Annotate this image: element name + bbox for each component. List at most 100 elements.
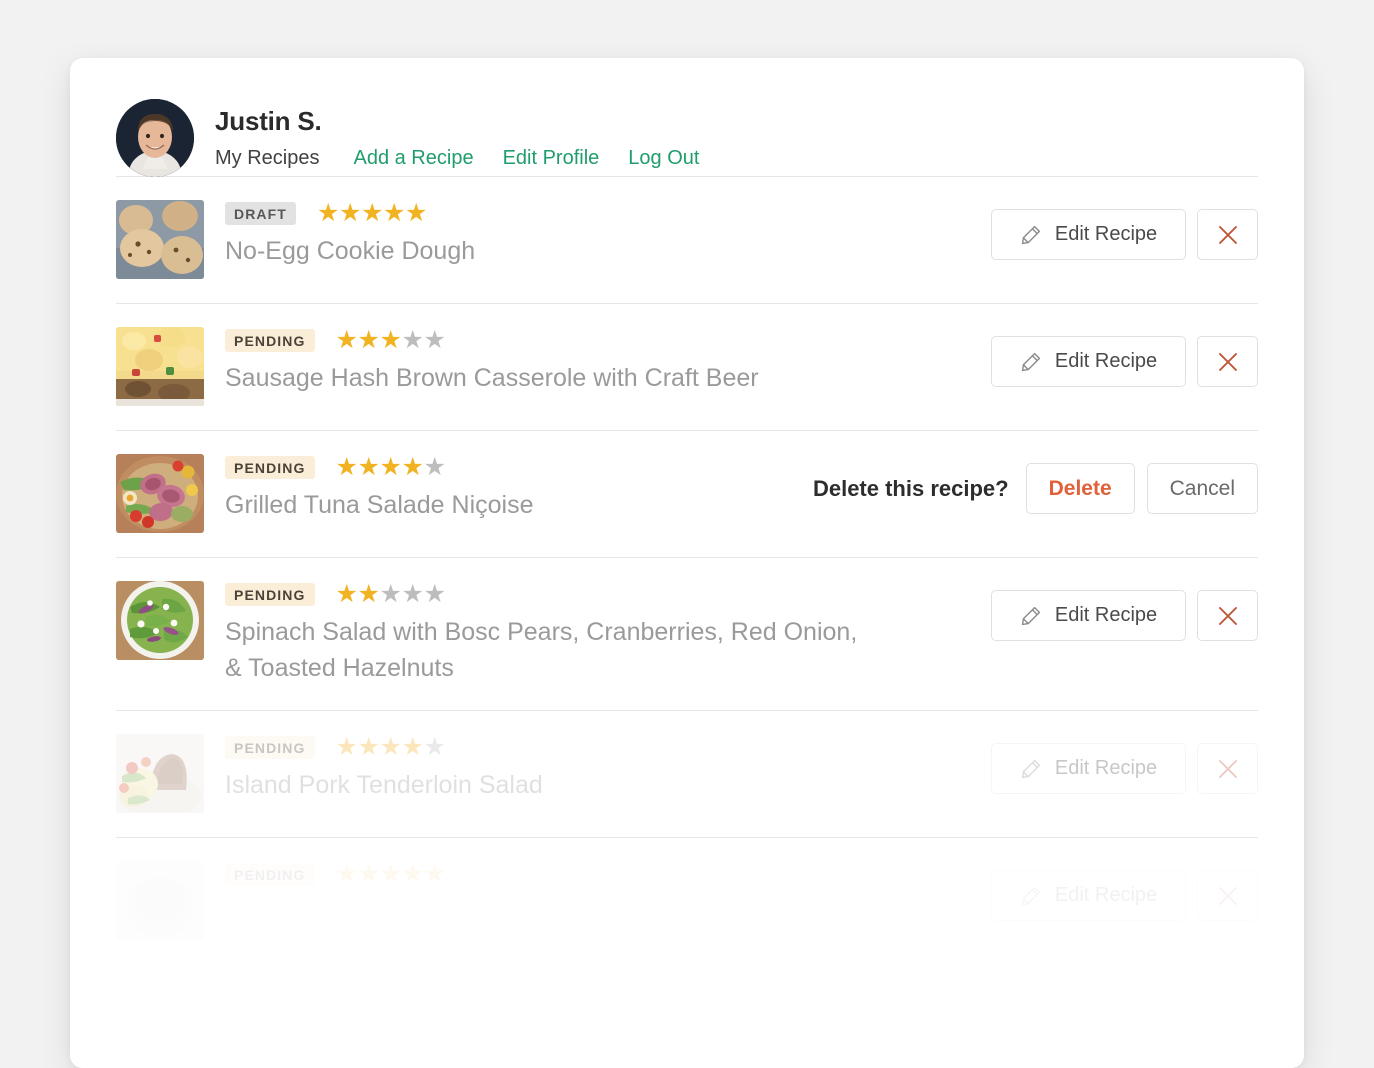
recipe-thumbnail [116, 200, 204, 279]
nav-item-log-out[interactable]: Log Out [628, 147, 699, 170]
recipe-row[interactable]: PENDING ★★★★★ Island Pork Tenderloin Salad… [116, 711, 1258, 837]
pencil-icon [1020, 605, 1042, 627]
nav-item-add-a-recipe[interactable]: Add a Recipe [353, 147, 473, 170]
close-x-icon [1216, 604, 1240, 628]
recipe-info: PENDING ★★★★★ Sausage Hash Brown Casserole… [204, 326, 991, 397]
recipe-title[interactable]: Island Pork Tenderloin Salad [225, 768, 865, 804]
recipe-list: DRAFT★★★★★No-Egg Cookie DoughEdit Recipe… [70, 176, 1304, 964]
close-x-icon [1216, 884, 1240, 908]
user-avatar-photo-icon [116, 99, 194, 177]
rating-stars: ★★★★★ [336, 328, 446, 353]
star-2: ★ [358, 582, 380, 607]
status-badge: PENDING [225, 736, 315, 759]
rating-stars: ★★★★★ [336, 735, 446, 760]
edit-recipe-button[interactable]: Edit Recipe [991, 336, 1186, 387]
confirm-delete-button[interactable]: Delete [1026, 463, 1135, 514]
delete-recipe-button[interactable] [1197, 743, 1258, 794]
cancel-delete-button[interactable]: Cancel [1147, 463, 1258, 514]
pencil-icon [1020, 224, 1042, 246]
edit-recipe-button[interactable]: Edit Recipe [991, 209, 1186, 260]
recipe-row[interactable]: PENDING★★★★★Grilled Tuna Salade NiçoiseD… [116, 431, 1258, 557]
recipe-thumbnail [116, 327, 204, 406]
star-2: ★ [358, 862, 380, 887]
star-2: ★ [358, 328, 380, 353]
star-1: ★ [336, 328, 358, 353]
hash-brown-casserole-image [116, 327, 204, 406]
recipe-row-actions: Edit Recipe [991, 326, 1258, 387]
delete-recipe-button[interactable] [1197, 590, 1258, 641]
close-x-icon [1216, 757, 1240, 781]
status-badge: PENDING [225, 456, 315, 479]
cookie-dough-balls-image [116, 200, 204, 279]
star-2: ★ [339, 201, 361, 226]
recipe-row[interactable]: PENDING ★★★★★ Spinach Salad with Bosc Pear… [116, 558, 1258, 710]
recipe-info: DRAFT ★★★★★ No-Egg Cookie Dough [204, 199, 991, 270]
recipe-title[interactable]: Sausage Hash Brown Casserole with Craft … [225, 361, 865, 397]
delete-recipe-button[interactable] [1197, 870, 1258, 921]
star-3: ★ [380, 582, 402, 607]
status-badge: DRAFT [225, 202, 296, 225]
star-5: ★ [424, 735, 446, 760]
edit-recipe-button[interactable]: Edit Recipe [991, 743, 1186, 794]
rating-stars: ★★★★★ [336, 582, 446, 607]
recipe-thumbnail [116, 734, 204, 813]
recipe-title[interactable]: Spinach Salad with Bosc Pears, Cranberri… [225, 615, 865, 686]
profile-name: Justin S. [215, 106, 699, 137]
recipe-row[interactable]: PENDING ★★★★★ Edit Recipe [116, 838, 1258, 964]
nav-item-edit-profile[interactable]: Edit Profile [503, 147, 600, 170]
edit-recipe-label: Edit Recipe [1055, 223, 1157, 246]
profile-nav: My Recipes Add a Recipe Edit Profile Log… [215, 147, 699, 170]
recipe-row-actions: Edit Recipe [991, 860, 1258, 921]
delete-recipe-button[interactable] [1197, 209, 1258, 260]
profile-header: Justin S. My Recipes Add a Recipe Edit P… [70, 58, 1304, 176]
star-4: ★ [402, 455, 424, 480]
star-4: ★ [402, 735, 424, 760]
recipe-meta: PENDING ★★★★★ [225, 581, 991, 607]
rating-stars: ★★★★★ [317, 201, 427, 226]
star-5: ★ [424, 328, 446, 353]
recipe-row[interactable]: PENDING ★★★★★ Sausage Hash Brown Casserole… [116, 304, 1258, 430]
edit-recipe-label: Edit Recipe [1055, 757, 1157, 780]
recipe-info: PENDING ★★★★★ [204, 860, 991, 895]
status-badge: PENDING [225, 863, 315, 886]
status-badge: PENDING [225, 583, 315, 606]
edit-recipe-button[interactable]: Edit Recipe [991, 590, 1186, 641]
recipe-title[interactable]: No-Egg Cookie Dough [225, 234, 865, 270]
star-3: ★ [380, 328, 402, 353]
pencil-icon [1020, 758, 1042, 780]
star-3: ★ [380, 455, 402, 480]
star-5: ★ [405, 201, 427, 226]
star-3: ★ [361, 201, 383, 226]
edit-recipe-label: Edit Recipe [1055, 884, 1157, 907]
recipe-meta: PENDING ★★★★★ [225, 861, 991, 887]
recipe-row[interactable]: DRAFT ★★★★★ No-Egg Cookie Dough Edit Recipe [116, 177, 1258, 303]
star-1: ★ [336, 862, 358, 887]
recipe-thumbnail [116, 454, 204, 533]
close-x-icon [1216, 350, 1240, 374]
status-badge: PENDING [225, 329, 315, 352]
star-3: ★ [380, 862, 402, 887]
star-5: ★ [424, 455, 446, 480]
nav-item-my-recipes[interactable]: My Recipes [215, 147, 319, 170]
obscured-dish-image [116, 861, 204, 940]
edit-recipe-label: Edit Recipe [1055, 604, 1157, 627]
profile-text-block: Justin S. My Recipes Add a Recipe Edit P… [215, 106, 699, 169]
delete-recipe-button[interactable] [1197, 336, 1258, 387]
recipe-meta: DRAFT ★★★★★ [225, 200, 991, 226]
bottom-fade-overlay [70, 948, 1304, 1068]
star-1: ★ [336, 455, 358, 480]
spinach-salad-image [116, 581, 204, 660]
recipe-row-actions: Edit Recipe [991, 199, 1258, 260]
star-2: ★ [358, 455, 380, 480]
avatar [116, 99, 194, 177]
edit-recipe-button[interactable]: Edit Recipe [991, 870, 1186, 921]
delete-confirmation: Delete this recipe? DeleteCancel [813, 453, 1258, 514]
recipe-title[interactable]: Grilled Tuna Salade Niçoise [225, 488, 813, 524]
star-3: ★ [380, 735, 402, 760]
delete-confirm-prompt: Delete this recipe? [813, 476, 1009, 502]
pencil-icon [1020, 351, 1042, 373]
recipe-info: PENDING★★★★★Grilled Tuna Salade Niçoise [204, 453, 813, 524]
star-4: ★ [402, 582, 424, 607]
star-4: ★ [402, 862, 424, 887]
rating-stars: ★★★★★ [336, 862, 446, 887]
